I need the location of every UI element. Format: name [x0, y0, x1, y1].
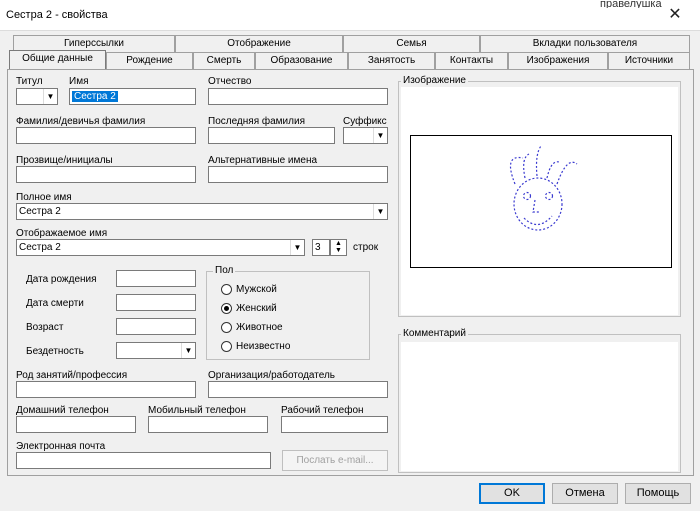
tab-label: Занятость [367, 55, 416, 66]
work-phone-label: Рабочий телефон [281, 405, 364, 416]
nickname-input[interactable] [16, 166, 196, 183]
childless-dropdown[interactable]: ▼ [116, 342, 196, 359]
tab-label: Смерть [206, 55, 242, 66]
gender-male-label[interactable]: Мужской [236, 284, 277, 295]
birth-date-input[interactable] [116, 270, 196, 287]
tab-images[interactable]: Изображения [508, 52, 608, 69]
tab-birth[interactable]: Рождение [106, 52, 193, 69]
gender-animal-radio[interactable] [221, 322, 232, 333]
work-phone-input[interactable] [281, 416, 388, 433]
tab-sources[interactable]: Источники [608, 52, 690, 69]
last-surname-input[interactable] [208, 127, 335, 144]
gender-unknown-label[interactable]: Неизвестно [236, 341, 290, 352]
name-value: Сестра 2 [72, 91, 118, 102]
chevron-down-icon[interactable]: ▼ [373, 204, 387, 219]
mobile-phone-label: Мобильный телефон [148, 405, 246, 416]
display-name-value: Сестра 2 [19, 242, 61, 253]
close-icon[interactable]: ✕ [660, 4, 690, 26]
face-drawing-strokes [509, 145, 578, 231]
employer-input[interactable] [208, 381, 388, 398]
tab-label: Вкладки пользователя [532, 38, 638, 49]
tab-education[interactable]: Образование [255, 52, 348, 69]
full-name-value: Сестра 2 [19, 206, 61, 217]
suffix-label: Суффикс [343, 116, 387, 127]
name-input[interactable]: Сестра 2 [69, 88, 196, 105]
title-dropdown[interactable]: ▼ [16, 88, 58, 105]
childless-label: Бездетность [26, 346, 84, 357]
gender-animal-label[interactable]: Животное [236, 322, 283, 333]
chevron-down-icon[interactable]: ▼ [290, 240, 304, 255]
tab-label: Семья [396, 38, 427, 49]
surname-label: Фамилия/девичья фамилия [16, 116, 146, 127]
comment-textarea[interactable] [401, 342, 678, 471]
alt-names-input[interactable] [208, 166, 388, 183]
gender-female-label[interactable]: Женский [236, 303, 277, 314]
tab-label: Источники [624, 55, 674, 66]
lines-label: строк [353, 242, 379, 253]
tab-employment[interactable]: Занятость [348, 52, 435, 69]
last-surname-label: Последняя фамилия [208, 116, 305, 127]
email-input[interactable] [16, 452, 271, 469]
tab-label: Изображения [526, 55, 590, 66]
tab-user-tabs[interactable]: Вкладки пользователя [480, 35, 690, 52]
tab-family[interactable]: Семья [343, 35, 480, 52]
background-window-text: правелушка [600, 0, 662, 8]
home-phone-label: Домашний телефон [16, 405, 109, 416]
gender-unknown-radio[interactable] [221, 341, 232, 352]
suffix-dropdown[interactable]: ▼ [343, 127, 388, 144]
home-phone-input[interactable] [16, 416, 136, 433]
occupation-label: Род занятий/профессия [16, 370, 128, 381]
tab-general[interactable]: Общие данные [9, 50, 106, 69]
tab-display[interactable]: Отображение [175, 35, 343, 52]
title-bar: Сестра 2 - свойства правелушка ✕ [0, 0, 700, 31]
email-label: Электронная почта [16, 441, 106, 452]
image-legend: Изображение [401, 75, 468, 86]
tab-death[interactable]: Смерть [193, 52, 255, 69]
patronymic-input[interactable] [208, 88, 388, 105]
window-title: Сестра 2 - свойства [6, 9, 108, 21]
full-name-label: Полное имя [16, 192, 72, 203]
lines-input[interactable]: 3 [312, 239, 330, 256]
occupation-input[interactable] [16, 381, 196, 398]
alt-names-label: Альтернативные имена [208, 155, 318, 166]
display-name-label: Отображаемое имя [16, 228, 108, 239]
ok-button[interactable]: OK [479, 483, 545, 504]
comment-legend: Комментарий [401, 328, 468, 339]
spin-updown-icon[interactable]: ▲ ▼ [330, 239, 347, 256]
tab-label: Общие данные [22, 53, 93, 64]
name-label: Имя [69, 76, 89, 87]
birth-date-label: Дата рождения [26, 274, 97, 285]
gender-legend: Пол [213, 265, 236, 276]
nickname-label: Прозвище/инициалы [16, 155, 113, 166]
tab-label: Контакты [449, 55, 494, 66]
portrait-image[interactable] [410, 135, 672, 268]
gender-male-radio[interactable] [221, 284, 232, 295]
patronymic-label: Отчество [208, 76, 252, 87]
send-email-button[interactable]: Послать e-mail... [282, 450, 388, 471]
tab-label: Отображение [227, 38, 291, 49]
tab-contacts[interactable]: Контакты [435, 52, 508, 69]
age-label: Возраст [26, 322, 64, 333]
chevron-down-icon[interactable]: ▼ [43, 89, 57, 104]
death-date-input[interactable] [116, 294, 196, 311]
age-input[interactable] [116, 318, 196, 335]
face-drawing-icon [509, 145, 578, 231]
title-label: Титул [16, 76, 43, 87]
tab-label: Образование [270, 55, 333, 66]
surname-input[interactable] [16, 127, 196, 144]
cancel-button[interactable]: Отмена [552, 483, 618, 504]
employer-label: Организация/работодатель [208, 370, 336, 381]
tab-label: Гиперссылки [64, 38, 124, 49]
full-name-dropdown[interactable]: Сестра 2 ▼ [16, 203, 388, 220]
tab-label: Рождение [126, 55, 173, 66]
mobile-phone-input[interactable] [148, 416, 268, 433]
display-name-dropdown[interactable]: Сестра 2 ▼ [16, 239, 305, 256]
help-button[interactable]: Помощь [625, 483, 691, 504]
chevron-down-icon[interactable]: ▼ [373, 128, 387, 143]
gender-female-radio[interactable] [221, 303, 232, 314]
death-date-label: Дата смерти [26, 298, 84, 309]
chevron-down-icon[interactable]: ▼ [181, 343, 195, 358]
